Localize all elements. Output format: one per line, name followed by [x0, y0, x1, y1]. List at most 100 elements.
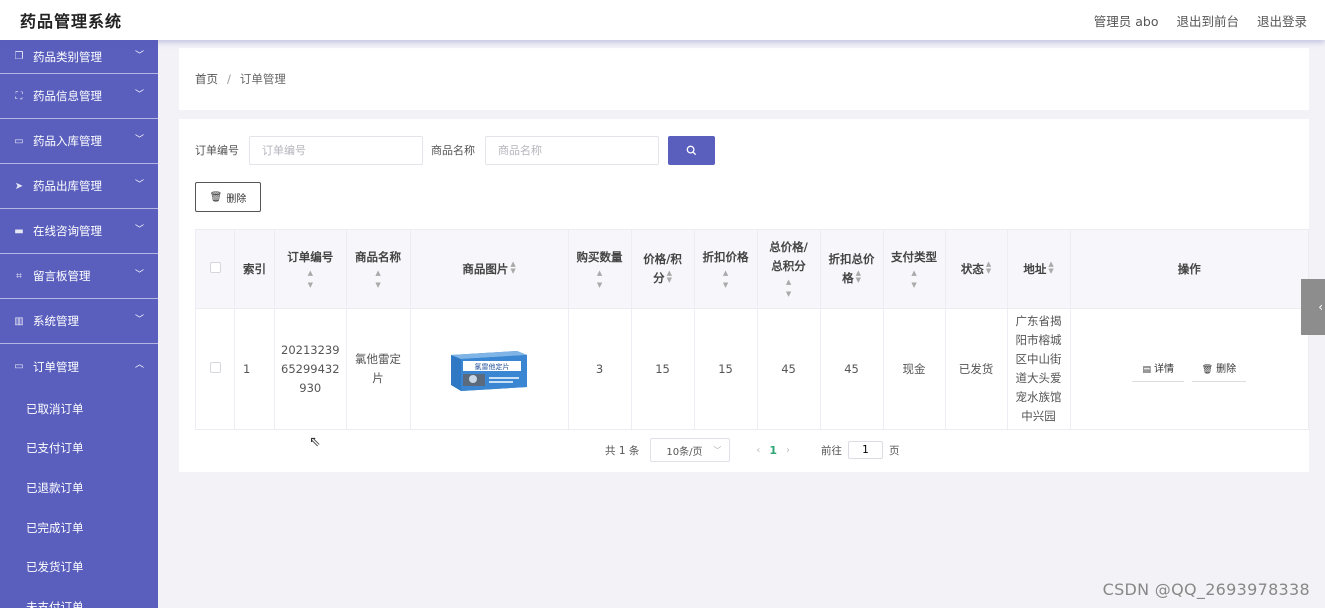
sidebar-item-drug-info[interactable]: ⛶ 药品信息管理 ﹀ — [0, 74, 158, 119]
header-quantity[interactable]: 购买数量 ▲ ▼ — [567, 229, 632, 309]
sort-icon[interactable]: ▲ ▼ — [762, 276, 816, 300]
header-select-all[interactable] — [195, 229, 235, 309]
prev-page-button[interactable]: ‹ — [756, 445, 760, 456]
header-product-name[interactable]: 商品名称 ▲ ▼ — [345, 229, 411, 309]
cell-quantity: 3 — [567, 308, 632, 430]
order-table: 索引 订单编号 ▲ ▼ 商品名称 ▲ ▼ 商品图片 ▲ ▼ 购买数量 ▲ ▼ 价格/积分 ▲ ▼ 折… — [195, 229, 1310, 430]
chevron-down-icon: ﹀ — [134, 90, 144, 100]
next-page-button[interactable]: › — [786, 445, 790, 456]
page-size-select[interactable]: 10条/页 ﹀ — [650, 438, 731, 462]
breadcrumb-separator: / — [227, 72, 231, 86]
page-size-value: 10条/页 — [666, 446, 703, 458]
order-no-label: 订单编号 — [195, 144, 239, 157]
header-product-image[interactable]: 商品图片 ▲ ▼ — [409, 229, 569, 309]
sidebar-item-label: 留言板管理 — [33, 269, 91, 283]
search-bar: 订单编号 商品名称 — [195, 135, 715, 165]
sort-icon[interactable]: ▲ ▼ — [856, 270, 861, 284]
submenu-cancelled[interactable]: 已取消订单 — [0, 389, 158, 429]
sort-icon[interactable]: ▲ ▼ — [888, 267, 941, 291]
search-icon — [686, 145, 697, 155]
breadcrumb: 首页 / 订单管理 — [179, 48, 1309, 110]
header-total[interactable]: 总价格/总积分 ▲ ▼ — [756, 229, 821, 309]
page-suffix: 页 — [889, 444, 900, 457]
submenu-refunded[interactable]: 已退款订单 — [0, 468, 158, 508]
sort-icon[interactable]: ▲ ▼ — [699, 267, 753, 291]
header-pay-type[interactable]: 支付类型 ▲ ▼ — [882, 229, 946, 309]
top-bar: 药品管理系统 管理员 abo 退出到前台 退出登录 — [0, 0, 1325, 40]
sort-icon[interactable]: ▲ ▼ — [279, 267, 342, 291]
header-order-no[interactable]: 订单编号 ▲ ▼ — [274, 229, 347, 309]
sidebar-item-label: 在线咨询管理 — [33, 224, 102, 238]
sidebar: ❐ 药品类别管理 ﹀ ⛶ 药品信息管理 ﹀ ▭ 药品入库管理 ﹀ ➤ 药品出库管… — [0, 40, 158, 608]
admin-label[interactable]: 管理员 abo — [1094, 11, 1159, 30]
to-front-link[interactable]: 退出到前台 — [1176, 11, 1239, 30]
sidebar-item-stock-in[interactable]: ▭ 药品入库管理 ﹀ — [0, 119, 158, 164]
breadcrumb-home[interactable]: 首页 — [195, 71, 218, 87]
sidebar-item-system[interactable]: ▥ 系统管理 ﹀ — [0, 299, 158, 344]
sort-icon[interactable]: ▲ ▼ — [986, 260, 991, 275]
pagination-total: 共 1 条 — [605, 444, 640, 457]
sidebar-item-label: 订单管理 — [33, 359, 79, 374]
sort-icon[interactable]: ▲ ▼ — [351, 267, 406, 291]
app-title: 药品管理系统 — [20, 12, 123, 31]
logout-link[interactable]: 退出登录 — [1257, 11, 1307, 30]
goto-page-input[interactable] — [848, 441, 884, 459]
order-list-card: 订单编号 商品名称 🗑 删除 索引 订单编号▲▼ — [179, 119, 1310, 472]
select-all-checkbox[interactable] — [209, 261, 221, 273]
cell-total: 45 — [756, 308, 821, 430]
send-icon: ➤ — [14, 180, 24, 192]
chevron-down-icon: ﹀ — [134, 51, 144, 61]
sort-icon[interactable]: ▲ ▼ — [667, 270, 672, 284]
product-name-input[interactable] — [485, 135, 659, 165]
cell-price: 15 — [630, 308, 695, 430]
sidebar-item-consult[interactable]: ▬ 在线咨询管理 ﹀ — [0, 209, 158, 254]
page-number-current[interactable]: 1 — [769, 444, 777, 457]
main-area: 首页 / 订单管理 订单编号 商品名称 🗑 删除 — [158, 40, 1325, 608]
cell-discount-total: 45 — [819, 308, 884, 430]
goto-label: 前往 — [821, 444, 843, 457]
watermark: CSDN @QQ_2693978338 — [1102, 580, 1310, 599]
chevron-down-icon: ﹀ — [713, 445, 722, 455]
sort-icon[interactable]: ▲ ▼ — [573, 267, 627, 291]
copy-icon: ❐ — [14, 51, 24, 62]
sidebar-item-label: 药品出库管理 — [33, 179, 102, 193]
pagination: 共 1 条 10条/页 ﹀ ‹ 1 › 前往 页 — [605, 438, 900, 462]
svg-text:氯雷他定片: 氯雷他定片 — [475, 362, 510, 371]
trash-icon: 🗑 — [1201, 364, 1214, 375]
header-status[interactable]: 状态 ▲ ▼ — [944, 229, 1008, 309]
submenu-paid[interactable]: 已支付订单 — [0, 429, 158, 469]
row-checkbox[interactable] — [209, 361, 221, 373]
header-index: 索引 — [234, 229, 275, 309]
cell-order-no: 20213239 65299432 930 — [274, 308, 347, 430]
product-image[interactable]: 氯雷他定片 — [449, 347, 529, 391]
search-button[interactable] — [668, 135, 715, 165]
sidebar-item-label: 药品信息管理 — [33, 89, 102, 103]
sidebar-item-stock-out[interactable]: ➤ 药品出库管理 ﹀ — [0, 164, 158, 209]
comment-icon: ▭ — [14, 361, 24, 372]
order-no-input[interactable] — [249, 135, 423, 165]
header-discount-total[interactable]: 折扣总价格 ▲ ▼ — [819, 229, 884, 309]
chart-icon: ▥ — [14, 315, 24, 327]
side-collapse-tab[interactable]: ‹ — [1301, 279, 1325, 335]
sidebar-item-drug-category[interactable]: ❐ 药品类别管理 ﹀ — [0, 40, 158, 74]
sidebar-item-orders[interactable]: ▭ 订单管理 ︿ — [0, 344, 158, 389]
sort-icon[interactable]: ▲ ▼ — [1048, 260, 1053, 275]
chevron-left-icon: ‹ — [1318, 300, 1323, 314]
cell-product-image: 氯雷他定片 — [409, 308, 569, 430]
scan-icon: ⛶ — [15, 90, 23, 102]
sidebar-item-message-board[interactable]: ⌗ 留言板管理 ﹀ — [0, 254, 158, 299]
detail-button[interactable]: ▤ 详情 — [1132, 357, 1184, 382]
submenu-shipped[interactable]: 已发货订单 — [0, 547, 158, 587]
sort-icon[interactable]: ▲ ▼ — [510, 260, 515, 275]
sidebar-item-label: 系统管理 — [33, 314, 79, 328]
row-delete-button[interactable]: 🗑 删除 — [1191, 357, 1247, 382]
row-select-cell[interactable] — [195, 308, 235, 430]
header-price[interactable]: 价格/积分 ▲ ▼ — [630, 229, 695, 309]
submenu-unpaid[interactable]: 未支付订单 — [0, 587, 158, 608]
batch-delete-button[interactable]: 🗑 删除 — [195, 182, 261, 212]
submenu-completed[interactable]: 已完成订单 — [0, 508, 158, 548]
header-address[interactable]: 地址 ▲ ▼ — [1006, 229, 1071, 309]
product-name-label: 商品名称 — [431, 144, 475, 157]
header-discount-price[interactable]: 折扣价格 ▲ ▼ — [693, 229, 758, 309]
chevron-down-icon: ﹀ — [134, 315, 144, 325]
